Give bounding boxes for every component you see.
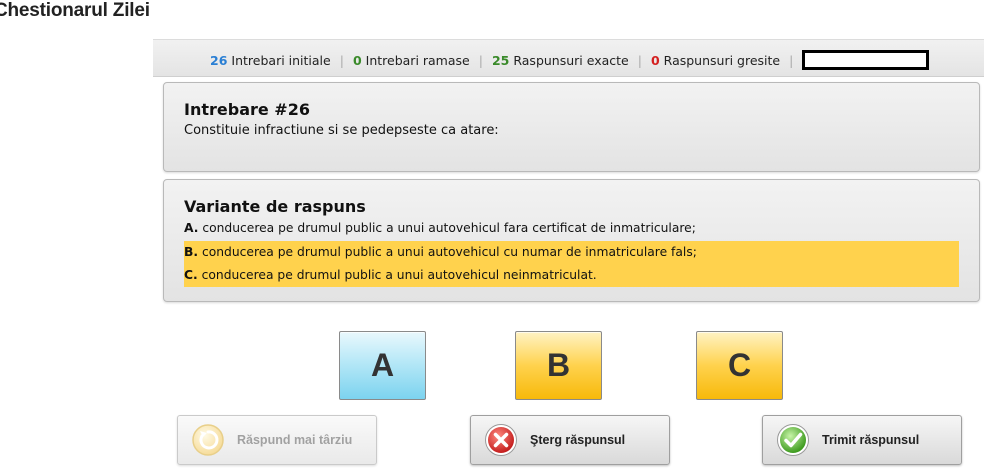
clock-refresh-icon bbox=[192, 424, 224, 456]
initial-label: Intrebari initiale bbox=[231, 52, 331, 68]
correct-label: Raspunsuri exacte bbox=[513, 52, 629, 68]
wrong-label: Raspunsuri gresite bbox=[663, 52, 781, 68]
answer-option-a[interactable]: A. conducerea pe drumul public a unui au… bbox=[184, 217, 959, 240]
question-heading: Intrebare #26 bbox=[184, 100, 310, 119]
choice-b-button[interactable]: B bbox=[515, 331, 602, 400]
initial-count: 26 bbox=[210, 52, 228, 68]
answer-option-b[interactable]: B. conducerea pe drumul public a unui au… bbox=[184, 241, 959, 264]
green-check-icon bbox=[777, 424, 809, 456]
stats-separator: | bbox=[637, 52, 642, 68]
submit-answer-button[interactable]: Trimit răspunsul bbox=[762, 415, 962, 465]
answer-later-button[interactable]: Răspund mai târziu bbox=[177, 415, 377, 465]
stats-separator: | bbox=[478, 52, 483, 68]
stats-bar: 26 Intrebari initiale | 0 Intrebari rama… bbox=[153, 39, 984, 77]
submit-answer-label: Trimit răspunsul bbox=[822, 433, 920, 447]
correct-count: 25 bbox=[491, 52, 510, 68]
question-text: Constituie infractiune si se pedepseste … bbox=[184, 123, 499, 138]
option-text: conducerea pe drumul public a unui autov… bbox=[197, 268, 597, 282]
wrong-count: 0 bbox=[650, 52, 660, 68]
stats-separator: | bbox=[339, 52, 344, 68]
option-letter: A. bbox=[184, 221, 199, 235]
answer-option-c[interactable]: C. conducerea pe drumul public a unui au… bbox=[184, 264, 959, 287]
option-text: conducerea pe drumul public a unui autov… bbox=[198, 245, 697, 259]
answer-later-label: Răspund mai târziu bbox=[237, 433, 353, 447]
page-title: Chestionarul Zilei bbox=[0, 0, 150, 21]
option-letter: B. bbox=[184, 245, 199, 259]
clear-answer-button[interactable]: Şterg răspunsul bbox=[470, 415, 670, 465]
option-text: conducerea pe drumul public a unui autov… bbox=[198, 221, 696, 235]
answers-panel: Variante de raspuns A. conducerea pe dru… bbox=[163, 179, 980, 302]
remaining-label: Intrebari ramase bbox=[365, 52, 470, 68]
clear-answer-label: Şterg răspunsul bbox=[530, 433, 626, 447]
choice-a-button[interactable]: A bbox=[339, 331, 426, 400]
stats-separator: | bbox=[789, 52, 794, 68]
timer-box bbox=[802, 50, 930, 70]
question-panel: Intrebare #26 Constituie infractiune si … bbox=[163, 82, 980, 172]
option-letter: C. bbox=[184, 268, 198, 282]
remaining-count: 0 bbox=[352, 52, 362, 68]
answers-heading: Variante de raspuns bbox=[184, 197, 366, 216]
red-x-icon bbox=[485, 424, 517, 456]
choice-c-button[interactable]: C bbox=[696, 331, 783, 400]
